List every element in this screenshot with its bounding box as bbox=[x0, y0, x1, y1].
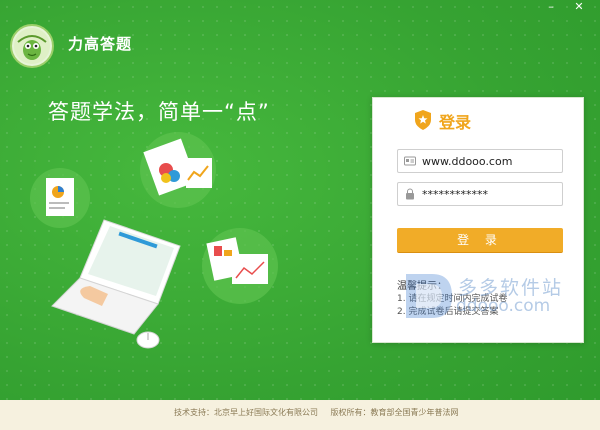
document-circle bbox=[30, 168, 90, 228]
shield-icon bbox=[415, 110, 431, 130]
lock-icon bbox=[406, 188, 414, 200]
slogan-text: 答题学法，简单一“点” bbox=[48, 100, 270, 124]
app-logo bbox=[10, 24, 54, 68]
login-panel: 登录 登 录 温馨提示： 1. 请在规定时间内完成试卷 2. 完成试卷后请提交答… bbox=[372, 97, 584, 343]
login-title: 登录 bbox=[439, 113, 472, 132]
close-button[interactable]: ✕ bbox=[566, 0, 592, 16]
password-input[interactable] bbox=[422, 183, 560, 205]
login-button[interactable]: 登 录 bbox=[397, 228, 563, 253]
footer-text: 技术支持：北京早上好国际文化有限公司 版权所有：教育部全国青少年普法网 bbox=[174, 407, 469, 418]
tip-line: 1. 请在规定时间内完成试卷 bbox=[397, 294, 508, 304]
app-window: – ✕ 力高答题 答题学法，简单一“点” 登录 www.ddooo.com **… bbox=[0, 0, 600, 430]
tip-line: 2. 完成试卷后请提交答案 bbox=[397, 307, 499, 317]
illustration bbox=[30, 132, 278, 349]
footer: 技术支持：北京早上好国际文化有限公司 版权所有：教育部全国青少年普法网 bbox=[0, 400, 600, 430]
id-card-icon bbox=[404, 156, 416, 166]
username-field[interactable] bbox=[397, 149, 563, 173]
laptop bbox=[51, 219, 181, 335]
password-field[interactable] bbox=[397, 182, 563, 206]
footer-copyright: 版权所有：教育部全国青少年普法网 bbox=[330, 408, 459, 417]
tips-title: 温馨提示： bbox=[397, 281, 447, 292]
mouse bbox=[136, 331, 160, 349]
app-title: 力高答题 bbox=[68, 35, 133, 53]
report-circle bbox=[202, 228, 278, 304]
charts-circle bbox=[140, 132, 216, 208]
footer-support: 技术支持：北京早上好国际文化有限公司 bbox=[174, 408, 318, 417]
minimize-button[interactable]: – bbox=[538, 0, 564, 16]
username-input[interactable] bbox=[422, 150, 560, 172]
